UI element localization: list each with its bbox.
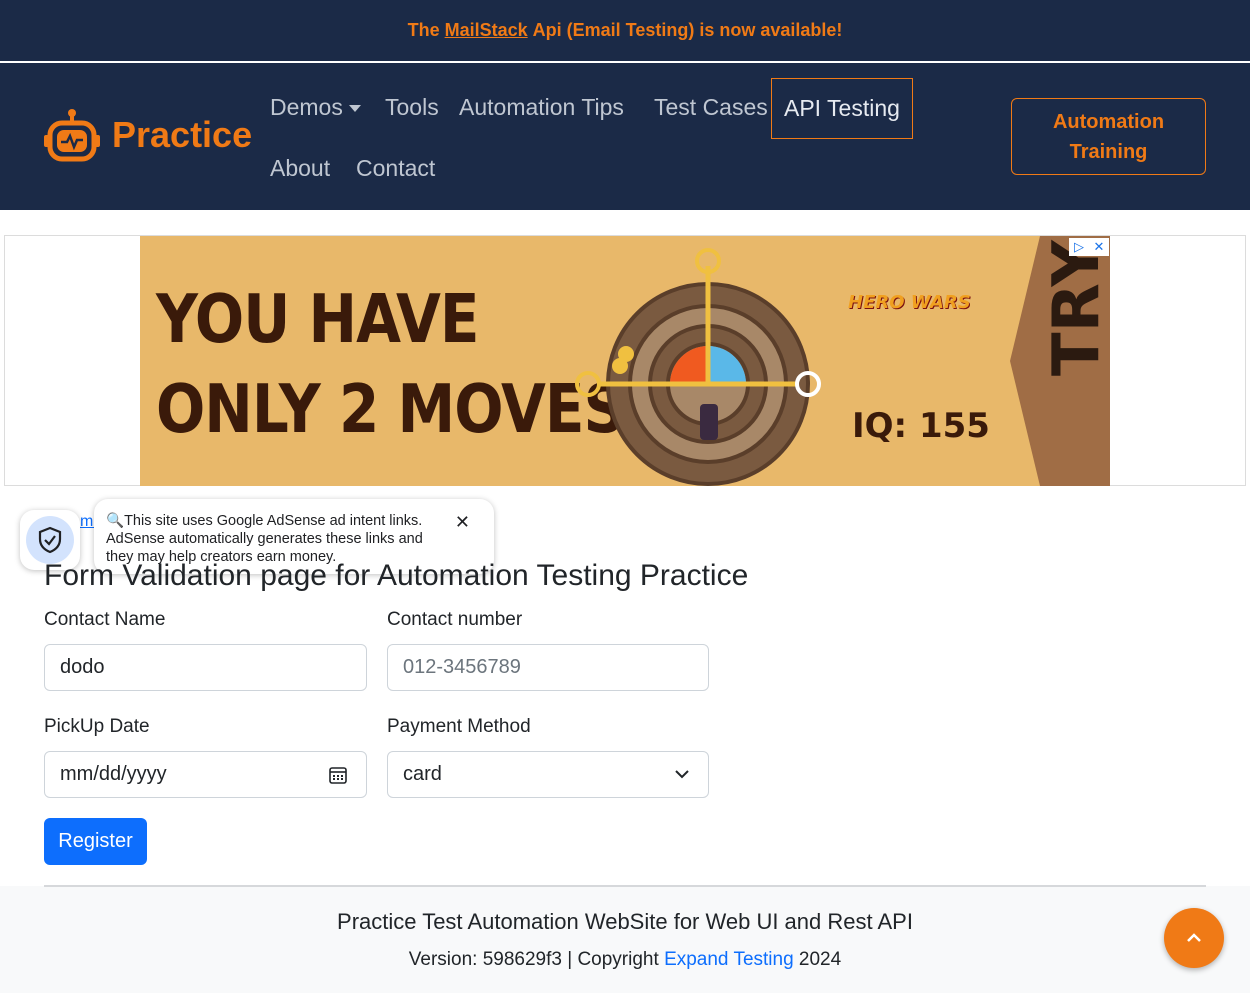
payment-method-label: Payment Method: [387, 716, 531, 737]
nav-demos[interactable]: Demos: [270, 94, 361, 121]
close-icon[interactable]: ✕: [455, 513, 470, 531]
navbar: Practice Demos Tools Automation Tips Tes…: [0, 63, 1250, 210]
puzzle-rings-image: [575, 248, 821, 486]
nav-about[interactable]: About: [270, 155, 330, 182]
chevron-up-icon: [1187, 933, 1201, 942]
ad-headline-2: ONLY 2 MOVES: [156, 370, 625, 449]
announcement-suffix: Api (Email Testing) is now available!: [532, 20, 843, 40]
contact-number-label: Contact number: [387, 609, 523, 630]
training-line-2: Training: [1069, 140, 1148, 163]
ad-iq: IQ: 155: [852, 406, 990, 446]
ad-choices[interactable]: ▷ ✕: [1069, 238, 1109, 256]
pickup-date-placeholder: mm/dd/yyyy: [60, 763, 167, 785]
brand-name: Practice: [112, 114, 253, 155]
adchoices-icon[interactable]: ▷: [1069, 238, 1089, 256]
footer-version-text: Version: 598629f3 | Copyright: [408, 949, 659, 970]
chevron-down-icon: [675, 770, 689, 779]
footer: [0, 886, 1250, 993]
nav-test-cases[interactable]: Test Cases: [654, 94, 768, 121]
search-icon: 🔍: [106, 513, 125, 529]
ad-try-button[interactable]: TRY: [1010, 236, 1110, 486]
announcement-bar: The MailStack Api (Email Testing) is now…: [0, 0, 1250, 61]
nav-api-testing[interactable]: API Testing: [771, 78, 913, 139]
payment-method-select[interactable]: card: [387, 751, 709, 798]
privacy-circle: [26, 516, 74, 564]
announcement-prefix: The: [407, 20, 440, 40]
footer-divider: [44, 885, 1206, 887]
contact-name-label: Contact Name: [44, 609, 166, 630]
footer-title: Practice Test Automation WebSite for Web…: [337, 909, 913, 934]
nav-demos-label: Demos: [270, 94, 343, 120]
nav-contact[interactable]: Contact: [356, 155, 435, 182]
pickup-date-label: PickUp Date: [44, 716, 150, 737]
robot-icon: [44, 109, 100, 162]
ad-brand: HERO WARS: [848, 292, 971, 313]
nav-automation-tips[interactable]: Automation Tips: [459, 94, 624, 121]
contact-number-input[interactable]: 012-3456789: [387, 644, 709, 691]
calendar-icon[interactable]: [328, 765, 348, 785]
adsense-notice-text: This site uses Google AdSense ad intent …: [106, 513, 423, 565]
caret-down-icon: [348, 105, 361, 113]
payment-method-value: card: [403, 763, 442, 785]
page-title: Form Validation page for Automation Test…: [44, 559, 749, 592]
contact-name-input[interactable]: dodo: [44, 644, 367, 691]
register-button[interactable]: Register: [44, 818, 147, 865]
automation-training-button[interactable]: Automation Training: [1011, 98, 1206, 175]
footer-version: Version: 598629f3 | Copyright Expand Tes…: [0, 949, 1250, 971]
pickup-date-input[interactable]: mm/dd/yyyy: [44, 751, 367, 798]
ad-close-icon[interactable]: ✕: [1089, 238, 1109, 256]
ad-try-label: TRY: [1040, 240, 1110, 376]
footer-year: 2024: [798, 949, 842, 970]
ad-banner[interactable]: YOU HAVE ONLY 2 MOVES HERO WARS IQ: 155 …: [140, 236, 1110, 486]
ad-headline-1: YOU HAVE: [156, 280, 480, 359]
mailstack-link[interactable]: MailStack: [445, 20, 528, 41]
shield-check-icon: [38, 526, 62, 554]
nav-tools[interactable]: Tools: [385, 94, 439, 121]
scroll-to-top-button[interactable]: [1164, 908, 1224, 968]
expand-testing-link[interactable]: Expand Testing: [664, 949, 794, 970]
training-line-1: Automation: [1052, 110, 1165, 133]
brand-logo[interactable]: Practice: [44, 107, 252, 163]
